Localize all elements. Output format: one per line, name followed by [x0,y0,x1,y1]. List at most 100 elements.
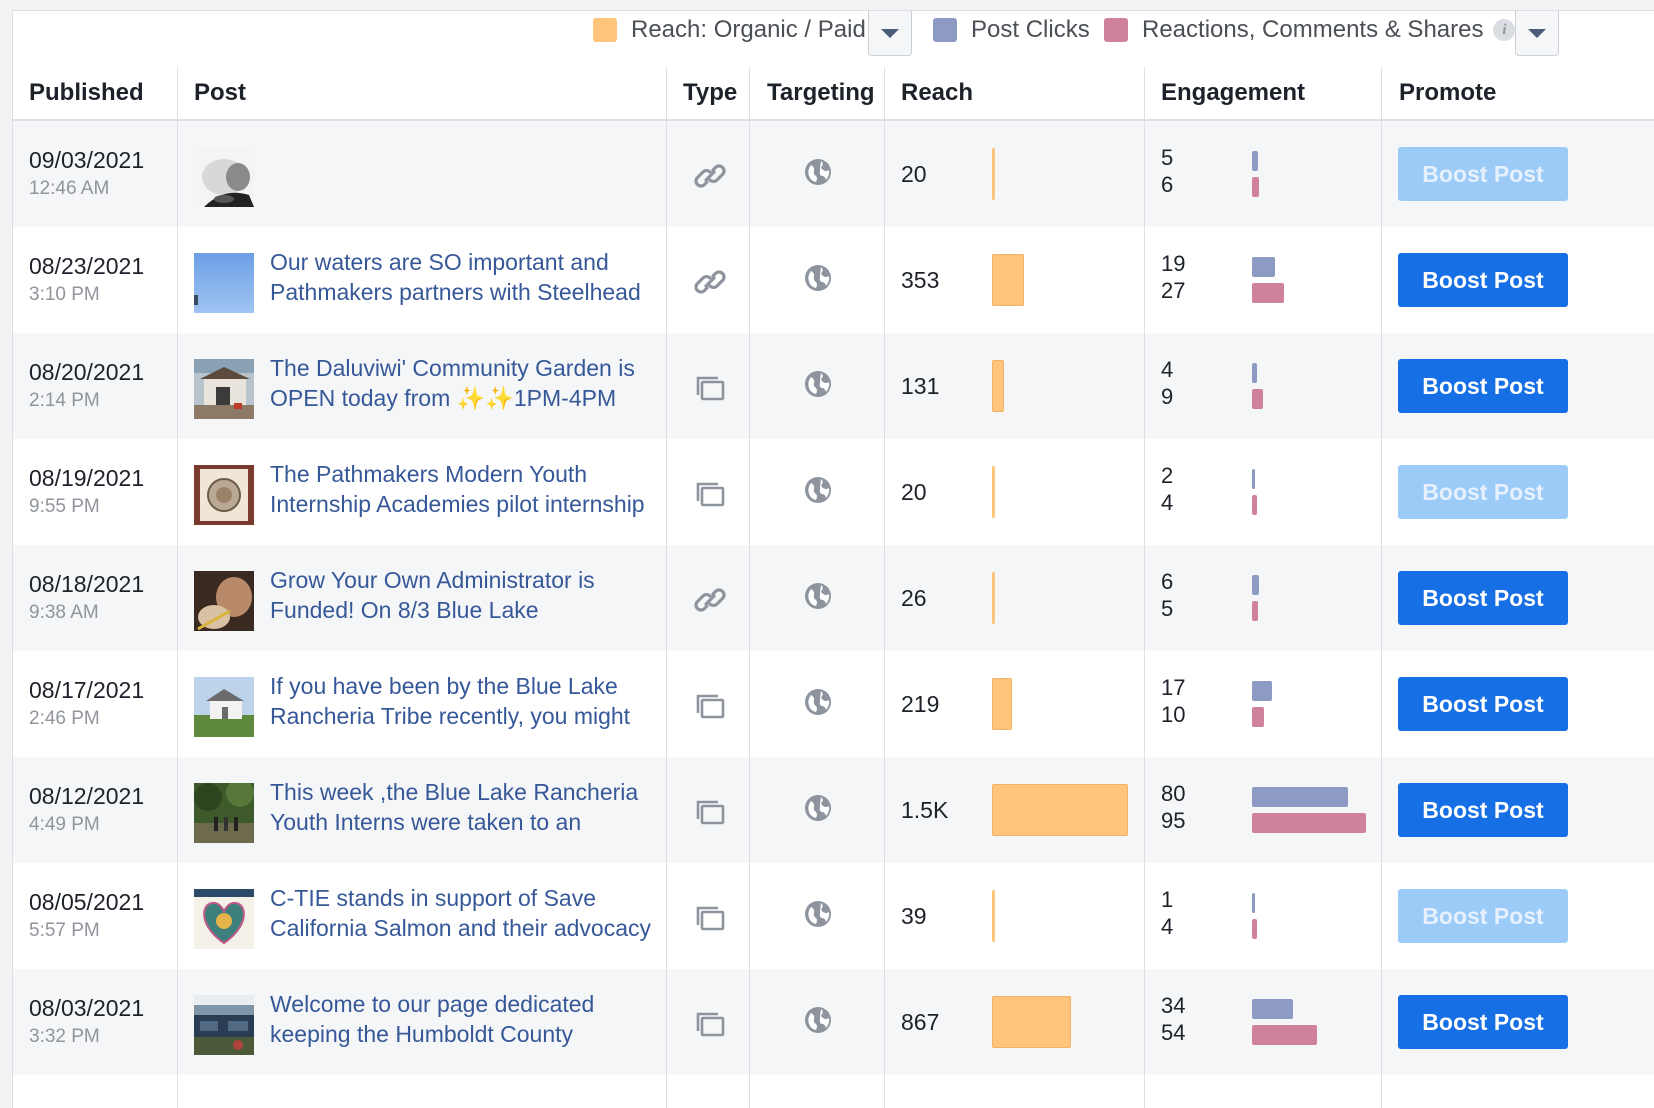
reach-bar [992,890,996,942]
table-row: 09/03/2021 12:46 AM 20 5 6 Boost Post [13,121,1654,227]
post-clicks-bar [1252,999,1293,1019]
reach-bar [992,360,1004,412]
info-icon[interactable]: i [1493,19,1516,41]
post-clicks-bar [1252,363,1257,383]
reactions-count: 54 [1161,1020,1186,1045]
boost-post-button[interactable]: Boost Post [1398,783,1568,837]
table-row: 08/19/2021 9:55 PM The Pathmakers Modern Y… [13,439,1654,545]
reach-bar [992,784,1128,836]
globe-icon [803,475,833,505]
post-title-link[interactable]: Welcome to our page dedicated keeping th… [270,989,660,1049]
reactions-count: 4 [1161,490,1174,515]
chevron-down-icon [881,28,899,38]
table-row: 08/23/2021 3:10 PM Our waters are SO impor… [13,227,1654,333]
reach-count: 353 [901,267,940,293]
post-thumbnail[interactable] [194,677,254,737]
engagement-dropdown-button[interactable] [1515,11,1559,56]
album-icon [693,901,727,935]
reactions-bar [1252,813,1366,833]
published-date: 08/23/2021 [29,253,145,279]
legend-bar: Reach: Organic / Paid Post Clicks Reacti… [13,11,1654,68]
column-reach[interactable]: Reach [901,67,973,119]
published-time: 4:49 PM [29,814,100,835]
boost-post-button[interactable]: Boost Post [1398,677,1568,731]
album-icon [693,1007,727,1041]
post-thumbnail[interactable] [194,253,254,313]
reach-count: 867 [901,1009,940,1035]
column-divider [1144,67,1145,1108]
post-title-link[interactable]: C-TIE stands in support of Save Californ… [270,883,660,943]
reactions-count: 4 [1161,914,1174,939]
link-icon [693,159,727,193]
globe-icon [803,157,833,187]
boost-post-button[interactable]: Boost Post [1398,359,1568,413]
legend-clicks-label: Post Clicks [971,16,1090,43]
legend-post-clicks: Post Clicks [933,11,1090,49]
published-date: 08/19/2021 [29,465,145,491]
post-clicks-count: 34 [1161,993,1186,1018]
post-thumbnail[interactable] [194,359,254,419]
globe-icon [803,793,833,823]
published-time: 9:38 AM [29,602,99,623]
post-clicks-count: 4 [1161,357,1174,382]
published-date: 09/03/2021 [29,147,145,173]
post-clicks-bar [1252,681,1272,701]
legend-reactions-label: Reactions, Comments & Shares [1142,16,1484,43]
post-thumbnail[interactable] [194,995,254,1055]
post-thumbnail[interactable] [194,147,254,207]
published-date: 08/20/2021 [29,359,145,385]
reach-bar [992,466,995,518]
published-date: 08/17/2021 [29,677,145,703]
reach-count: 1.5K [901,797,949,823]
column-engagement[interactable]: Engagement [1161,67,1305,119]
boost-post-button[interactable]: Boost Post [1398,465,1568,519]
boost-post-button[interactable]: Boost Post [1398,571,1568,625]
reactions-bar [1252,283,1284,303]
post-thumbnail[interactable] [194,779,254,843]
table-row: 08/18/2021 9:38 AM Grow Your Own Administr… [13,545,1654,651]
boost-post-button[interactable]: Boost Post [1398,995,1568,1049]
link-icon [693,265,727,299]
post-title-link[interactable]: Our waters are SO important and Pathmake… [270,247,660,307]
legend-reach-swatch [593,18,617,42]
reach-dropdown-button[interactable] [868,11,912,56]
boost-post-button[interactable]: Boost Post [1398,147,1568,201]
column-divider [1381,67,1382,1108]
globe-icon [803,1005,833,1035]
post-thumbnail[interactable] [194,571,254,631]
post-title-link[interactable]: Grow Your Own Administrator is Funded! O… [270,565,660,625]
reach-bar [992,678,1012,730]
column-published[interactable]: Published [29,67,144,119]
globe-icon [803,263,833,293]
reach-count: 26 [901,585,927,611]
globe-icon [803,899,833,929]
link-icon [693,583,727,617]
published-date: 08/12/2021 [29,783,145,809]
boost-post-button[interactable]: Boost Post [1398,889,1568,943]
post-thumbnail[interactable] [194,465,254,525]
post-clicks-bar [1252,257,1275,277]
globe-icon [803,687,833,717]
legend-reactions: Reactions, Comments & Shares i [1104,11,1516,49]
post-thumbnail[interactable] [194,889,254,949]
boost-post-button[interactable]: Boost Post [1398,253,1568,307]
post-title-link[interactable]: If you have been by the Blue Lake Ranche… [270,671,660,731]
published-time: 2:14 PM [29,390,100,411]
table-row: 08/12/2021 4:49 PM This week ,the Blue Lak… [13,757,1654,863]
post-clicks-bar [1252,469,1255,489]
post-clicks-bar [1252,575,1259,595]
post-title-link[interactable]: The Pathmakers Modern Youth Internship A… [270,459,660,519]
post-clicks-count: 6 [1161,569,1174,594]
post-title-link[interactable]: This week ,the Blue Lake Rancheria Youth… [270,777,660,837]
post-clicks-count: 80 [1161,781,1186,806]
column-divider [177,67,178,1108]
published-time: 2:46 PM [29,708,100,729]
published-date: 08/18/2021 [29,571,145,597]
reactions-count: 5 [1161,596,1174,621]
reactions-bar [1252,1025,1317,1045]
table-row: 08/20/2021 2:14 PM The Daluviwi' Community… [13,333,1654,439]
published-time: 9:55 PM [29,496,100,517]
reactions-count: 95 [1161,808,1186,833]
post-title-link[interactable]: The Daluviwi' Community Garden is OPEN t… [270,353,660,413]
reactions-bar [1252,389,1263,409]
